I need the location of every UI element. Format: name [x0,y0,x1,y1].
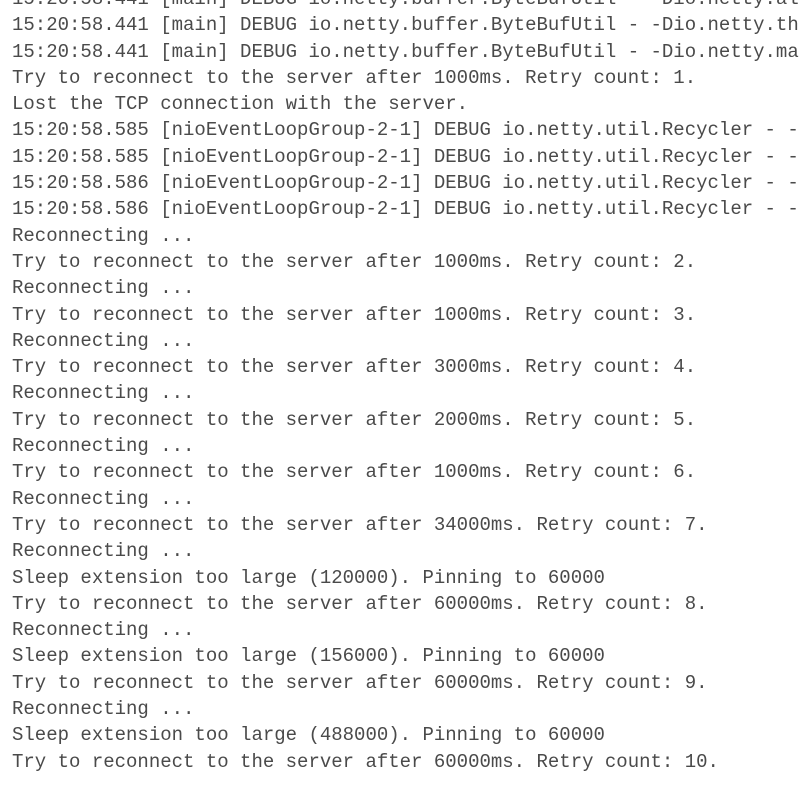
log-line: Try to reconnect to the server after 100… [12,250,697,273]
log-line: 15:20:58.441 [main] DEBUG io.netty.buffe… [12,14,799,37]
log-line: 15:20:58.441 [main] DEBUG io.netty.buffe… [12,0,800,12]
log-line: Try to reconnect to the server after 600… [12,671,708,694]
log-line: 15:20:58.585 [nioEventLoopGroup-2-1] DEB… [12,119,799,142]
log-line: 15:20:58.586 [nioEventLoopGroup-2-1] DEB… [12,198,799,221]
log-line: 15:20:58.586 [nioEventLoopGroup-2-1] DEB… [12,172,799,195]
log-line: Try to reconnect to the server after 200… [12,408,697,431]
log-line: Reconnecting ... [12,487,195,510]
log-line: Try to reconnect to the server after 100… [12,66,697,89]
log-line: Try to reconnect to the server after 340… [12,513,708,536]
log-line: 15:20:58.585 [nioEventLoopGroup-2-1] DEB… [12,145,799,168]
log-line: Reconnecting ... [12,277,195,300]
log-line: Try to reconnect to the server after 100… [12,461,697,484]
log-line: Reconnecting ... [12,435,195,458]
log-line: Sleep extension too large (120000). Pinn… [12,566,605,589]
log-line: Reconnecting ... [12,698,195,721]
log-line: Sleep extension too large (488000). Pinn… [12,724,605,747]
log-line: Reconnecting ... [12,224,195,247]
log-line: Sleep extension too large (156000). Pinn… [12,645,605,668]
log-line: Reconnecting ... [12,382,195,405]
log-line: Try to reconnect to the server after 600… [12,750,719,773]
log-line: Reconnecting ... [12,619,195,642]
log-line: Try to reconnect to the server after 600… [12,592,708,615]
console-output: 15:20:58.441 [main] DEBUG io.netty.buffe… [12,0,800,775]
log-line: Reconnecting ... [12,540,195,563]
log-line: Reconnecting ... [12,329,195,352]
log-line: Try to reconnect to the server after 300… [12,356,697,379]
log-line: Lost the TCP connection with the server. [12,93,469,116]
log-line: 15:20:58.441 [main] DEBUG io.netty.buffe… [12,40,799,63]
log-line: Try to reconnect to the server after 100… [12,303,697,326]
